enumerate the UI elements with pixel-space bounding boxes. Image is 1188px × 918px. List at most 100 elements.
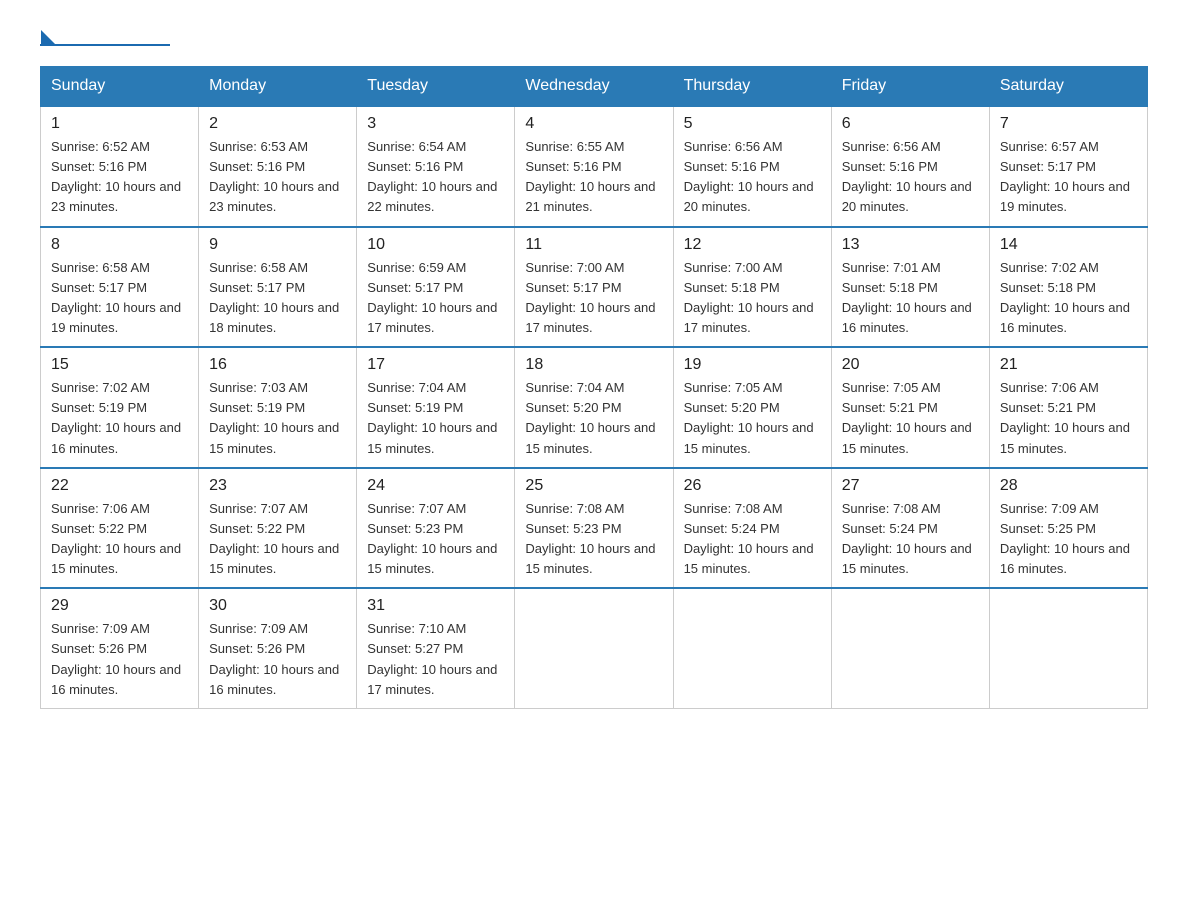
calendar-cell: 15 Sunrise: 7:02 AMSunset: 5:19 PMDayligh… <box>41 347 199 468</box>
calendar-cell: 26 Sunrise: 7:08 AMSunset: 5:24 PMDayligh… <box>673 468 831 589</box>
day-info: Sunrise: 7:05 AMSunset: 5:20 PMDaylight:… <box>684 378 821 459</box>
calendar-cell <box>989 588 1147 708</box>
calendar-week-row: 8 Sunrise: 6:58 AMSunset: 5:17 PMDaylight… <box>41 227 1148 348</box>
day-header-row: SundayMondayTuesdayWednesdayThursdayFrid… <box>41 67 1148 107</box>
day-info: Sunrise: 7:07 AMSunset: 5:23 PMDaylight:… <box>367 499 504 580</box>
day-number: 22 <box>51 477 188 495</box>
day-info: Sunrise: 7:09 AMSunset: 5:26 PMDaylight:… <box>51 619 188 700</box>
day-number: 16 <box>209 356 346 374</box>
day-header-wednesday: Wednesday <box>515 67 673 107</box>
day-number: 11 <box>525 236 662 254</box>
day-number: 14 <box>1000 236 1137 254</box>
day-number: 3 <box>367 115 504 133</box>
day-number: 29 <box>51 597 188 615</box>
day-info: Sunrise: 7:01 AMSunset: 5:18 PMDaylight:… <box>842 258 979 339</box>
calendar-cell: 6 Sunrise: 6:56 AMSunset: 5:16 PMDaylight… <box>831 106 989 227</box>
day-info: Sunrise: 6:54 AMSunset: 5:16 PMDaylight:… <box>367 137 504 218</box>
day-number: 13 <box>842 236 979 254</box>
day-info: Sunrise: 7:04 AMSunset: 5:20 PMDaylight:… <box>525 378 662 459</box>
day-info: Sunrise: 7:08 AMSunset: 5:23 PMDaylight:… <box>525 499 662 580</box>
calendar-cell: 28Sunrise: 7:09 AMSunset: 5:25 PMDayligh… <box>989 468 1147 589</box>
day-number: 1 <box>51 115 188 133</box>
calendar-cell: 16Sunrise: 7:03 AMSunset: 5:19 PMDayligh… <box>199 347 357 468</box>
calendar-cell: 8 Sunrise: 6:58 AMSunset: 5:17 PMDaylight… <box>41 227 199 348</box>
day-number: 27 <box>842 477 979 495</box>
day-header-saturday: Saturday <box>989 67 1147 107</box>
day-number: 17 <box>367 356 504 374</box>
calendar-cell: 29 Sunrise: 7:09 AMSunset: 5:26 PMDayligh… <box>41 588 199 708</box>
calendar-cell: 13 Sunrise: 7:01 AMSunset: 5:18 PMDayligh… <box>831 227 989 348</box>
day-number: 18 <box>525 356 662 374</box>
calendar-cell: 5 Sunrise: 6:56 AMSunset: 5:16 PMDaylight… <box>673 106 831 227</box>
calendar-cell: 17 Sunrise: 7:04 AMSunset: 5:19 PMDayligh… <box>357 347 515 468</box>
day-info: Sunrise: 6:55 AMSunset: 5:16 PMDaylight:… <box>525 137 662 218</box>
day-header-friday: Friday <box>831 67 989 107</box>
calendar-cell: 1 Sunrise: 6:52 AMSunset: 5:16 PMDaylight… <box>41 106 199 227</box>
day-info: Sunrise: 6:56 AMSunset: 5:16 PMDaylight:… <box>842 137 979 218</box>
day-number: 23 <box>209 477 346 495</box>
day-number: 20 <box>842 356 979 374</box>
day-info: Sunrise: 6:52 AMSunset: 5:16 PMDaylight:… <box>51 137 188 218</box>
day-info: Sunrise: 7:09 AMSunset: 5:25 PMDaylight:… <box>1000 499 1137 580</box>
calendar-cell <box>673 588 831 708</box>
logo-triangle-icon <box>41 30 55 44</box>
day-info: Sunrise: 7:00 AMSunset: 5:17 PMDaylight:… <box>525 258 662 339</box>
day-number: 26 <box>684 477 821 495</box>
calendar-cell: 27 Sunrise: 7:08 AMSunset: 5:24 PMDayligh… <box>831 468 989 589</box>
day-number: 6 <box>842 115 979 133</box>
day-info: Sunrise: 7:02 AMSunset: 5:19 PMDaylight:… <box>51 378 188 459</box>
day-info: Sunrise: 6:53 AMSunset: 5:16 PMDaylight:… <box>209 137 346 218</box>
calendar-cell: 22 Sunrise: 7:06 AMSunset: 5:22 PMDayligh… <box>41 468 199 589</box>
day-info: Sunrise: 6:58 AMSunset: 5:17 PMDaylight:… <box>51 258 188 339</box>
day-number: 25 <box>525 477 662 495</box>
calendar-cell: 31Sunrise: 7:10 AMSunset: 5:27 PMDayligh… <box>357 588 515 708</box>
day-info: Sunrise: 7:09 AMSunset: 5:26 PMDaylight:… <box>209 619 346 700</box>
calendar-cell: 11 Sunrise: 7:00 AMSunset: 5:17 PMDayligh… <box>515 227 673 348</box>
day-info: Sunrise: 7:07 AMSunset: 5:22 PMDaylight:… <box>209 499 346 580</box>
day-info: Sunrise: 7:06 AMSunset: 5:22 PMDaylight:… <box>51 499 188 580</box>
day-info: Sunrise: 7:02 AMSunset: 5:18 PMDaylight:… <box>1000 258 1137 339</box>
day-number: 19 <box>684 356 821 374</box>
calendar-body: 1 Sunrise: 6:52 AMSunset: 5:16 PMDaylight… <box>41 106 1148 708</box>
day-info: Sunrise: 7:04 AMSunset: 5:19 PMDaylight:… <box>367 378 504 459</box>
calendar-cell: 21 Sunrise: 7:06 AMSunset: 5:21 PMDayligh… <box>989 347 1147 468</box>
day-number: 5 <box>684 115 821 133</box>
day-info: Sunrise: 6:56 AMSunset: 5:16 PMDaylight:… <box>684 137 821 218</box>
calendar-table: SundayMondayTuesdayWednesdayThursdayFrid… <box>40 66 1148 709</box>
calendar-week-row: 29 Sunrise: 7:09 AMSunset: 5:26 PMDayligh… <box>41 588 1148 708</box>
calendar-cell: 7Sunrise: 6:57 AMSunset: 5:17 PMDaylight… <box>989 106 1147 227</box>
day-number: 15 <box>51 356 188 374</box>
day-number: 10 <box>367 236 504 254</box>
day-info: Sunrise: 7:08 AMSunset: 5:24 PMDaylight:… <box>684 499 821 580</box>
calendar-cell: 19 Sunrise: 7:05 AMSunset: 5:20 PMDayligh… <box>673 347 831 468</box>
day-number: 30 <box>209 597 346 615</box>
calendar-cell: 4 Sunrise: 6:55 AMSunset: 5:16 PMDaylight… <box>515 106 673 227</box>
day-info: Sunrise: 7:08 AMSunset: 5:24 PMDaylight:… <box>842 499 979 580</box>
day-header-sunday: Sunday <box>41 67 199 107</box>
calendar-week-row: 1 Sunrise: 6:52 AMSunset: 5:16 PMDaylight… <box>41 106 1148 227</box>
calendar-cell: 25 Sunrise: 7:08 AMSunset: 5:23 PMDayligh… <box>515 468 673 589</box>
calendar-cell: 10 Sunrise: 6:59 AMSunset: 5:17 PMDayligh… <box>357 227 515 348</box>
calendar-cell: 24Sunrise: 7:07 AMSunset: 5:23 PMDayligh… <box>357 468 515 589</box>
day-info: Sunrise: 7:05 AMSunset: 5:21 PMDaylight:… <box>842 378 979 459</box>
day-header-thursday: Thursday <box>673 67 831 107</box>
day-info: Sunrise: 7:06 AMSunset: 5:21 PMDaylight:… <box>1000 378 1137 459</box>
calendar-cell: 30 Sunrise: 7:09 AMSunset: 5:26 PMDayligh… <box>199 588 357 708</box>
calendar-cell: 18 Sunrise: 7:04 AMSunset: 5:20 PMDayligh… <box>515 347 673 468</box>
calendar-cell <box>831 588 989 708</box>
day-number: 21 <box>1000 356 1137 374</box>
day-header-tuesday: Tuesday <box>357 67 515 107</box>
day-info: Sunrise: 6:59 AMSunset: 5:17 PMDaylight:… <box>367 258 504 339</box>
calendar-week-row: 15 Sunrise: 7:02 AMSunset: 5:19 PMDayligh… <box>41 347 1148 468</box>
day-number: 4 <box>525 115 662 133</box>
page-header <box>40 30 1148 46</box>
logo-divider <box>40 44 170 46</box>
calendar-cell: 9Sunrise: 6:58 AMSunset: 5:17 PMDaylight… <box>199 227 357 348</box>
day-number: 8 <box>51 236 188 254</box>
calendar-cell <box>515 588 673 708</box>
calendar-header: SundayMondayTuesdayWednesdayThursdayFrid… <box>41 67 1148 107</box>
calendar-cell: 23 Sunrise: 7:07 AMSunset: 5:22 PMDayligh… <box>199 468 357 589</box>
calendar-cell: 3 Sunrise: 6:54 AMSunset: 5:16 PMDaylight… <box>357 106 515 227</box>
calendar-cell: 20 Sunrise: 7:05 AMSunset: 5:21 PMDayligh… <box>831 347 989 468</box>
calendar-week-row: 22 Sunrise: 7:06 AMSunset: 5:22 PMDayligh… <box>41 468 1148 589</box>
